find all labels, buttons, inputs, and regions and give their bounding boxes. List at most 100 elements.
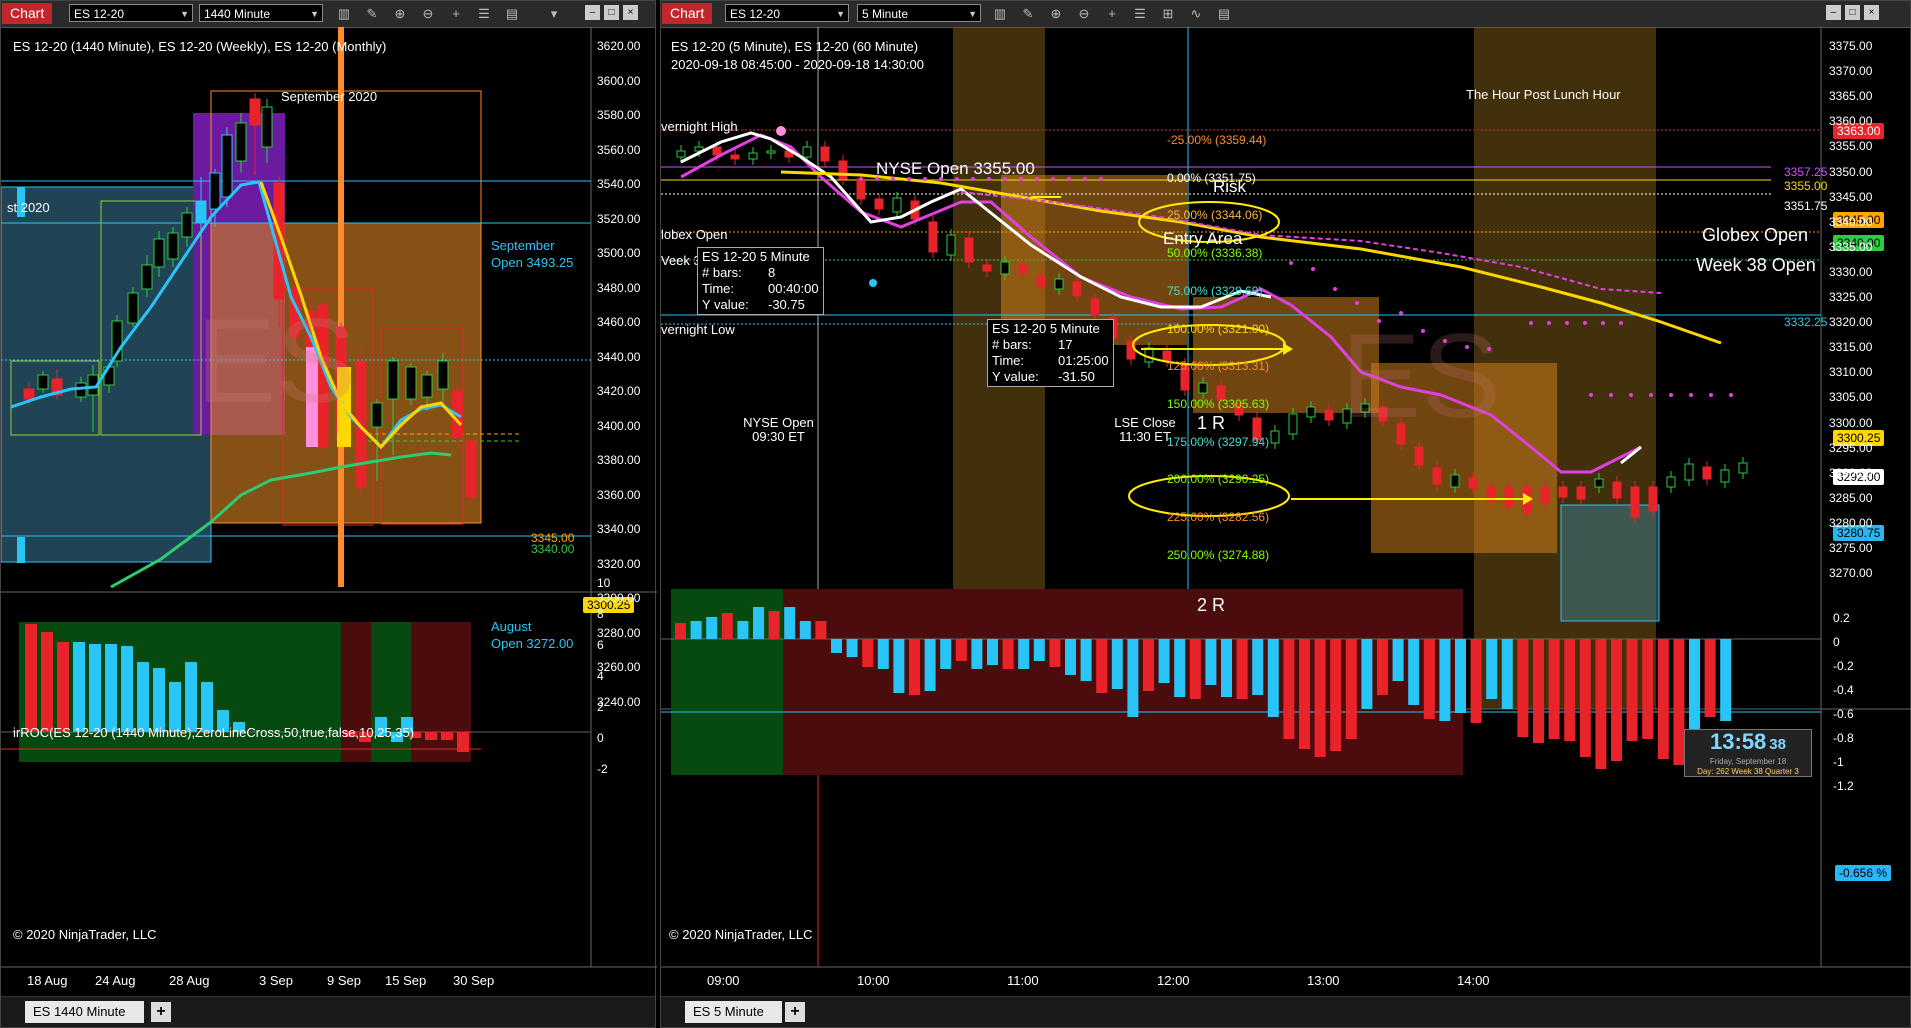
candle <box>874 198 884 210</box>
close-icon[interactable]: × <box>1864 5 1879 20</box>
properties-icon[interactable]: ☰ <box>1131 5 1149 23</box>
candle <box>1504 486 1514 508</box>
instrument-selector[interactable]: ES 12-20 ▼ <box>725 4 849 22</box>
ind-bar <box>1283 639 1295 739</box>
nyse-open-label: NYSE Open <box>743 415 814 430</box>
candle <box>249 98 261 126</box>
candle <box>838 160 848 180</box>
psar-dot <box>1565 321 1569 325</box>
chevron-down-icon: ▼ <box>836 9 845 19</box>
interval-selector[interactable]: 5 Minute ▼ <box>857 4 981 22</box>
candle <box>730 154 740 160</box>
globex-open-left-label: lobex Open <box>661 227 728 242</box>
crosshair-icon[interactable]: + <box>447 5 465 23</box>
add-tab-button[interactable]: + <box>785 1002 805 1022</box>
zoom-out-icon[interactable]: ⊖ <box>1075 5 1093 23</box>
price-tick: 3375.00 <box>1829 39 1873 53</box>
price-tick: 3340.00 <box>597 522 641 536</box>
minimize-icon[interactable]: – <box>1826 5 1841 20</box>
marker <box>17 537 25 563</box>
nyse-open-price-label: NYSE Open 3355.00 <box>876 159 1035 178</box>
pencil-icon[interactable]: ✎ <box>363 5 381 23</box>
interval-value: 1440 Minute <box>204 7 271 21</box>
ind-bar <box>909 639 920 695</box>
interval-selector[interactable]: 1440 Minute ▼ <box>199 4 323 22</box>
ind-bar <box>153 668 165 732</box>
candle <box>1594 478 1604 488</box>
level-3351: 3351.75 <box>1784 199 1828 213</box>
time-tick: 10:00 <box>857 973 890 988</box>
tab-es-1440[interactable]: ES 1440 Minute <box>25 1001 144 1023</box>
candle <box>946 234 956 256</box>
close-icon[interactable]: × <box>623 5 638 20</box>
instrument-selector[interactable]: ES 12-20 ▼ <box>69 4 193 22</box>
price-tick: 3360.00 <box>597 487 641 502</box>
fib-level: 75.00% (3328.69) <box>1167 283 1263 298</box>
crosshair-icon[interactable]: + <box>1103 5 1121 23</box>
candle <box>235 122 247 162</box>
ind-tick: 6 <box>597 638 604 652</box>
ind-bar <box>1689 639 1700 729</box>
ind-bar <box>877 639 889 669</box>
candle <box>676 150 686 158</box>
candle <box>1090 298 1100 316</box>
ind-bar <box>105 644 117 732</box>
psar-dot <box>1547 321 1551 325</box>
ind-bar <box>1252 639 1264 695</box>
copyright: © 2020 NinjaTrader, LLC <box>669 927 813 942</box>
pencil-icon[interactable]: ✎ <box>1019 5 1037 23</box>
ind-bar <box>425 732 437 740</box>
fib-level: 225.00% (3282.56) <box>1167 510 1270 524</box>
candle <box>1612 481 1622 499</box>
data-box-icon[interactable]: ▤ <box>1215 5 1233 23</box>
zoom-in-icon[interactable]: ⊕ <box>1047 5 1065 23</box>
overnight-low-label: vernight Low <box>661 322 735 337</box>
measure-box-2: ES 12-20 5 Minute # bars: 17 Time: 01:25:0… <box>987 319 1114 387</box>
chart-menu-button[interactable]: Chart <box>662 3 713 24</box>
bar-chart-icon[interactable]: ▥ <box>335 5 353 23</box>
measure-key: Time: <box>702 281 735 296</box>
chart-menu-button[interactable]: Chart <box>2 3 53 24</box>
minimize-icon[interactable]: – <box>585 5 600 20</box>
fib-level: 150.00% (3305.63) <box>1167 396 1270 411</box>
measure-key: Y value: <box>992 369 1039 384</box>
chevron-down-icon[interactable]: ▾ <box>545 5 563 23</box>
ind-bar <box>1096 639 1108 693</box>
ind-bar <box>1065 639 1076 675</box>
ind-bar <box>1002 639 1014 669</box>
zoom-out-icon[interactable]: ⊖ <box>419 5 437 23</box>
intraday-chart-area[interactable]: ES 12-20 (5 Minute), ES 12-20 (60 Minute… <box>661 27 1911 999</box>
properties-icon[interactable]: ☰ <box>475 5 493 23</box>
time-tick: 3 Sep <box>259 973 293 988</box>
time-tick: 09:00 <box>707 973 740 988</box>
measure-title: ES 12-20 5 Minute <box>992 321 1100 336</box>
data-box-icon[interactable]: ▤ <box>503 5 521 23</box>
add-tab-button[interactable]: + <box>151 1002 171 1022</box>
price-tick: 3285.00 <box>1829 490 1873 505</box>
measure-key: Time: <box>992 353 1025 368</box>
time-tick: 11:00 <box>1007 973 1039 988</box>
psar-dot <box>1067 177 1071 181</box>
sept-open-value: Open 3493.25 <box>491 255 574 270</box>
ind-bar <box>1455 639 1466 713</box>
time-tick: 13:00 <box>1307 973 1340 988</box>
ind-bar <box>1267 639 1279 717</box>
level-3332: 3332.25 <box>1784 315 1828 329</box>
candle <box>1324 409 1334 421</box>
candle <box>748 152 758 160</box>
candle <box>1306 406 1316 418</box>
bar-chart-icon[interactable]: ▥ <box>991 5 1009 23</box>
candle <box>1036 275 1046 287</box>
tab-es-5-minute[interactable]: ES 5 Minute <box>685 1001 782 1023</box>
trend-icon[interactable]: ∿ <box>1187 5 1205 23</box>
maximize-icon[interactable]: □ <box>1845 5 1860 20</box>
strategy-icon[interactable]: ⊞ <box>1159 5 1177 23</box>
zoom-in-icon[interactable]: ⊕ <box>391 5 409 23</box>
candle <box>1738 462 1748 474</box>
ind-tick: -1.2 <box>1833 779 1854 793</box>
maximize-icon[interactable]: □ <box>604 5 619 20</box>
price-tick: 3320.00 <box>597 556 641 571</box>
candle <box>371 402 383 428</box>
daily-chart-area[interactable]: ES 12-20 (1440 Minute), ES 12-20 (Weekly… <box>1 27 657 999</box>
clock-seconds: 38 <box>1769 736 1786 753</box>
